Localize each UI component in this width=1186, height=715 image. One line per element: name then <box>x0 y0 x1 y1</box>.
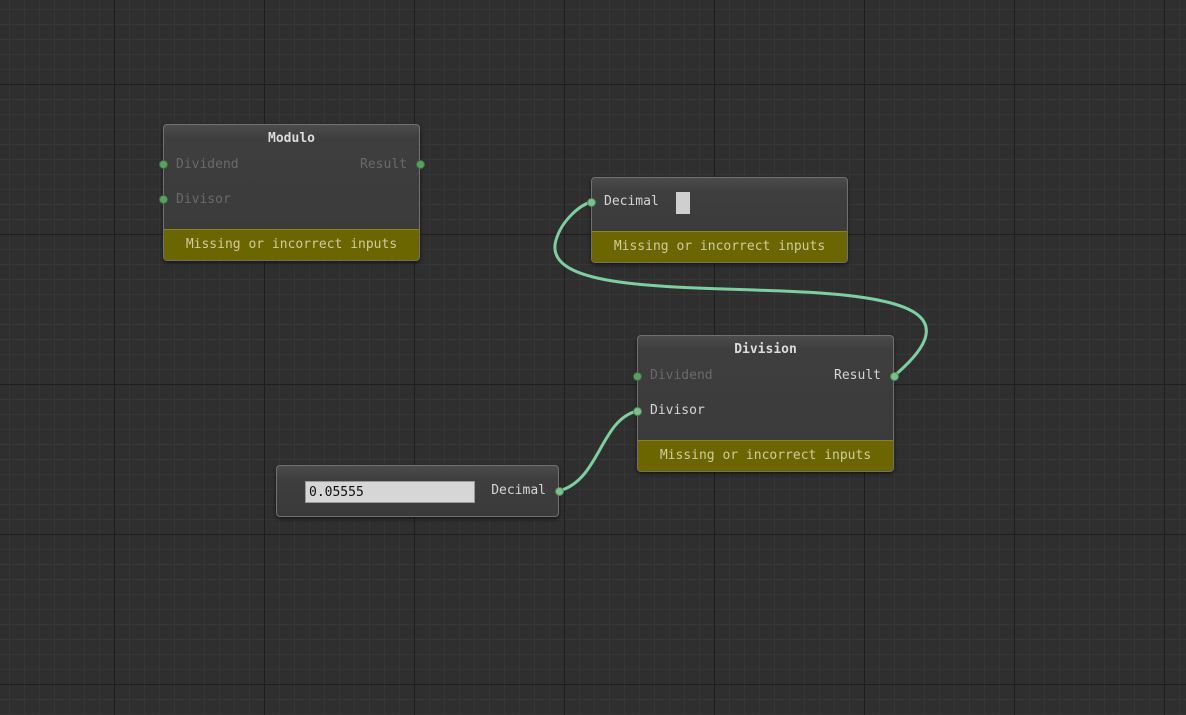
node-title: Division <box>734 342 797 357</box>
input-port-divisor[interactable] <box>633 407 642 416</box>
output-port-result[interactable] <box>416 160 425 169</box>
output-port-decimal[interactable] <box>555 487 564 496</box>
decimal-value-node[interactable]: Decimal <box>276 465 559 517</box>
port-label-result: Result <box>360 157 407 172</box>
port-label-decimal: Decimal <box>491 483 546 498</box>
value-field[interactable] <box>676 192 690 214</box>
port-label-result: Result <box>834 368 881 383</box>
port-label-divisor: Divisor <box>650 403 705 418</box>
input-port-dividend[interactable] <box>159 160 168 169</box>
node-title: Modulo <box>268 131 315 146</box>
port-label-dividend: Dividend <box>176 157 239 172</box>
input-port-decimal[interactable] <box>587 198 596 207</box>
modulo-node[interactable]: Modulo Dividend Divisor Result Missing o… <box>163 124 420 261</box>
wire-decimal-to-division-divisor[interactable] <box>558 409 638 493</box>
division-node[interactable]: Division Dividend Divisor Result Missing… <box>637 335 894 472</box>
port-label-decimal: Decimal <box>604 194 659 209</box>
port-label-divisor: Divisor <box>176 192 231 207</box>
output-port-result[interactable] <box>890 372 899 381</box>
decimal-input-node[interactable]: Decimal Missing or incorrect inputs <box>591 177 848 263</box>
status-bar: Missing or incorrect inputs <box>638 440 893 471</box>
input-port-divisor[interactable] <box>159 195 168 204</box>
wires-layer <box>553 200 928 493</box>
decimal-value-input[interactable] <box>305 481 475 503</box>
status-bar: Missing or incorrect inputs <box>164 229 419 260</box>
node-graph-canvas[interactable]: Modulo Dividend Divisor Result Missing o… <box>0 0 1186 715</box>
port-label-dividend: Dividend <box>650 368 713 383</box>
status-bar: Missing or incorrect inputs <box>592 231 847 262</box>
input-port-dividend[interactable] <box>633 372 642 381</box>
